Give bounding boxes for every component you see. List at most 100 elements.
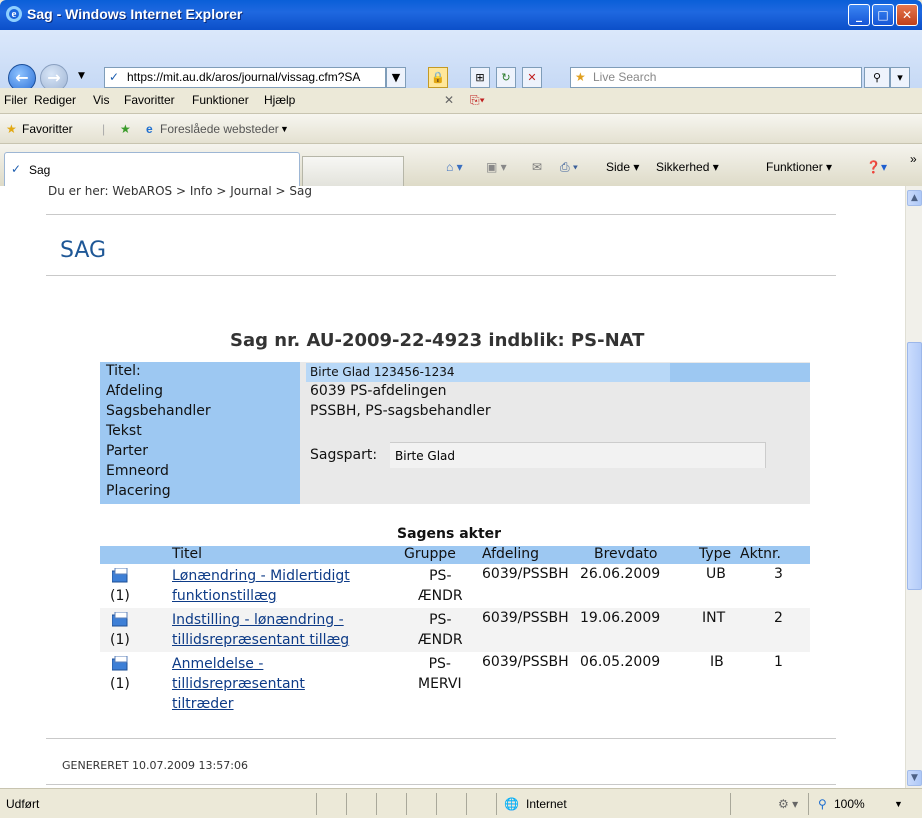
table-row[interactable]: Lønændring - Midlertidigt funktionstillæg <box>172 566 350 606</box>
search-icon[interactable]: ⚲ <box>864 67 890 88</box>
generated-timestamp: GENERERET 10.07.2009 13:57:06 <box>62 759 248 772</box>
favorites-button[interactable]: Favoritter <box>22 122 73 136</box>
zoom-dropdown-icon[interactable]: ▼ <box>894 799 903 809</box>
menu-rediger[interactable]: Rediger <box>34 93 76 107</box>
row1-brevdato: 26.06.2009 <box>580 566 661 582</box>
home-icon[interactable]: ⌂ ▾ <box>446 160 463 174</box>
menu-filer[interactable]: Filer <box>4 93 27 107</box>
menu-bar: Filer Rediger Vis Favoritter Funktioner … <box>0 88 922 114</box>
row2-title-link[interactable]: Indstilling - lønændring - tillidsrepræse… <box>172 612 349 648</box>
menu-vis[interactable]: Vis <box>93 93 109 107</box>
status-text: Udført <box>6 797 40 811</box>
page-heading: SAG <box>60 238 107 263</box>
row3-type: IB <box>710 654 724 670</box>
browser-window: e Sag - Windows Internet Explorer _ □ ✕ … <box>0 0 922 818</box>
divider <box>46 275 836 276</box>
print-icon[interactable]: ⎙ ▾ <box>560 160 578 175</box>
suggested-dropdown-icon[interactable]: ▼ <box>280 124 289 134</box>
row3-title-line2: tillidsrepræsentant <box>172 676 305 692</box>
document-icon[interactable] <box>111 611 129 627</box>
pdf-icon[interactable]: ⎘▾ <box>470 93 485 108</box>
status-divider <box>346 793 347 815</box>
suggested-sites[interactable]: Foreslåede websteder <box>160 122 279 136</box>
row1-count: (1) <box>110 588 130 604</box>
row2-title-line1: Indstilling - lønændring - <box>172 612 344 628</box>
tab-label: Sag <box>29 163 51 177</box>
menu-favoritter[interactable]: Favoritter <box>124 93 175 107</box>
header-titel: Titel <box>172 546 203 562</box>
safety-menu[interactable]: Sikkerhed ▾ <box>656 160 719 174</box>
status-bar: Udført 🌐 Internet ⚙ ▾ ⚲ 100% ▼ <box>0 788 922 818</box>
case-title: Sag nr. AU-2009-22-4923 indblik: PS-NAT <box>230 330 645 351</box>
history-dropdown-icon[interactable]: ▼ <box>78 71 85 81</box>
page-icon: ✓ <box>109 70 120 84</box>
address-field[interactable]: ✓ https://mit.au.dk/aros/journal/vissag.… <box>104 67 386 88</box>
divider <box>46 214 836 215</box>
globe-icon: 🌐 <box>504 797 519 811</box>
tools-menu[interactable]: Funktioner ▾ <box>766 160 832 174</box>
label-emneord: Emneord <box>106 463 169 479</box>
refresh-icon[interactable]: ↻ <box>496 67 516 88</box>
separator: | <box>102 122 106 136</box>
label-sagsbehandler: Sagsbehandler <box>106 403 211 419</box>
address-dropdown-icon[interactable]: ▼ <box>386 67 406 88</box>
more-tools-icon[interactable]: » <box>910 152 917 166</box>
document-icon[interactable] <box>111 655 129 671</box>
table-row[interactable]: Anmeldelse - tillidsrepræsentant tiltræder <box>172 654 305 714</box>
live-search-icon: ★ <box>575 70 586 84</box>
zoom-level[interactable]: 100% <box>834 797 865 811</box>
scroll-thumb[interactable] <box>907 342 922 590</box>
row1-title-link[interactable]: Lønændring - Midlertidigt funktionstillæg <box>172 568 350 604</box>
maximize-button[interactable]: □ <box>872 4 894 26</box>
row3-title-line1: Anmeldelse - <box>172 656 264 672</box>
menu-funktioner[interactable]: Funktioner <box>192 93 249 107</box>
safety-menu-label: Sikkerhed <box>656 160 710 174</box>
row3-gruppe-l1: PS- <box>428 656 451 672</box>
search-options-icon[interactable]: ▾ <box>890 67 910 88</box>
status-divider <box>496 793 497 815</box>
ie-icon: e <box>6 6 22 22</box>
table-row[interactable]: Indstilling - lønændring - tillidsrepræse… <box>172 610 349 650</box>
vertical-scrollbar[interactable]: ▲ ▼ <box>905 186 922 788</box>
divider <box>46 738 836 739</box>
address-url-text: https://mit.au.dk/aros/journal/vissag.cf… <box>127 70 361 84</box>
new-tab-button[interactable] <box>302 156 404 186</box>
status-divider <box>376 793 377 815</box>
protected-mode-icon[interactable]: ⚙ ▾ <box>778 797 798 811</box>
add-favorite-icon[interactable]: ★ <box>120 122 131 136</box>
zoom-icon[interactable]: ⚲ <box>818 797 827 811</box>
row3-title-link[interactable]: Anmeldelse - tillidsrepræsentant tiltræder <box>172 656 305 712</box>
tab-sag[interactable]: ✓ Sag <box>4 152 300 186</box>
minimize-button[interactable]: _ <box>848 4 870 26</box>
scroll-down-icon[interactable]: ▼ <box>907 770 922 786</box>
sagsbehandler-value: PSSBH, PS-sagsbehandler <box>310 403 491 419</box>
row3-gruppe-l2: MERVI <box>418 676 462 692</box>
help-icon[interactable]: ❓▾ <box>866 160 887 174</box>
search-input[interactable]: ★ Live Search <box>570 67 862 88</box>
menu-hjaelp[interactable]: Hjælp <box>264 93 295 107</box>
compatibility-icon[interactable]: ⊞ <box>470 67 490 88</box>
stop-icon[interactable]: ✕ <box>522 67 542 88</box>
status-divider <box>730 793 731 815</box>
feeds-icon[interactable]: ▣ ▾ <box>486 160 507 174</box>
label-titel: Titel: <box>106 363 141 379</box>
mail-icon[interactable]: ✉ <box>532 160 542 174</box>
row3-afdeling: 6039/PSSBH <box>482 654 569 670</box>
row3-aktnr: 1 <box>774 654 783 670</box>
row1-type: UB <box>706 566 726 582</box>
document-icon[interactable] <box>111 567 129 583</box>
label-tekst: Tekst <box>106 423 142 439</box>
close-tab-icon[interactable]: ✕ <box>444 93 454 107</box>
status-divider <box>406 793 407 815</box>
page-menu[interactable]: Side ▾ <box>606 160 639 174</box>
header-type: Type <box>699 546 732 562</box>
scroll-up-icon[interactable]: ▲ <box>907 190 922 206</box>
close-button[interactable]: ✕ <box>896 4 918 26</box>
row1-afdeling: 6039/PSSBH <box>482 566 569 582</box>
row2-gruppe: PS- ÆNDR <box>418 610 463 650</box>
lock-icon[interactable]: 🔒 <box>428 67 448 88</box>
row1-gruppe: PS- ÆNDR <box>418 566 463 606</box>
row1-gruppe-l2: ÆNDR <box>418 588 463 604</box>
zone-text: Internet <box>526 797 567 811</box>
header-brevdato: Brevdato <box>594 546 658 562</box>
